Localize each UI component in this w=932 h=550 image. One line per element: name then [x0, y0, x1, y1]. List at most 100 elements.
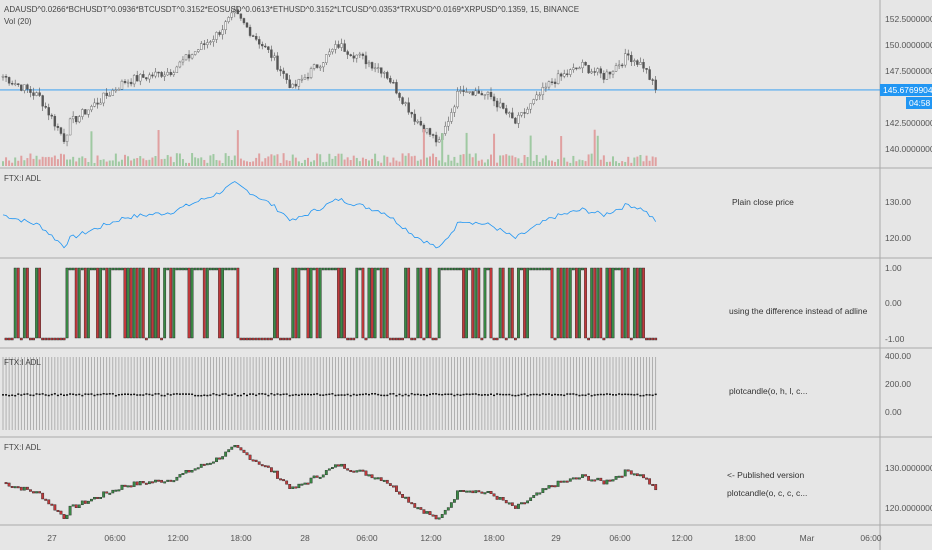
ohlc-candle-body — [154, 393, 157, 395]
diff-candle — [105, 267, 109, 339]
volume-bar — [303, 159, 306, 166]
published-candle — [239, 447, 243, 451]
ohlc-candle-body — [127, 393, 130, 395]
ohlc-candle-body — [587, 393, 590, 395]
ohlc-candle-body — [368, 393, 370, 396]
diff-candle — [495, 337, 499, 341]
published-candle — [593, 479, 597, 482]
ohlc-candle-body — [349, 394, 352, 397]
diff-candle — [416, 267, 420, 339]
ohlc-candle-body — [459, 394, 462, 396]
ohlc-candle-body — [563, 394, 566, 397]
published-candle — [224, 451, 228, 457]
diff-candle — [593, 267, 597, 339]
published-candle — [212, 461, 215, 464]
diff-candle — [376, 267, 380, 271]
diff-candle — [520, 267, 523, 271]
price-candle — [578, 67, 581, 70]
volume-bar — [163, 158, 166, 166]
volume-bar — [151, 157, 154, 166]
published-candle — [242, 449, 246, 453]
published-candle — [276, 470, 279, 479]
price-candle — [483, 94, 487, 96]
price-candle — [633, 60, 636, 63]
diff-candle — [19, 337, 23, 341]
time-label: 27 — [47, 533, 57, 543]
price-candle — [337, 44, 340, 48]
published-candle — [581, 474, 584, 478]
price-candle — [575, 67, 578, 70]
ohlc-candle-body — [169, 394, 172, 396]
ohlc-candle-body — [636, 393, 639, 396]
diff-candle — [22, 267, 26, 339]
volume-bar — [392, 157, 395, 166]
published-candle — [257, 461, 261, 465]
ohlc-candle-body — [535, 393, 538, 396]
published-candle — [388, 483, 392, 486]
ohlc-candle-body — [239, 394, 242, 397]
price-candle — [498, 102, 502, 108]
volume-bar — [319, 154, 322, 166]
ohlc-candle-body — [38, 393, 41, 396]
diff-candle — [428, 267, 432, 339]
published-candle — [431, 514, 435, 517]
price-candle — [563, 73, 566, 77]
diff-candle — [117, 267, 121, 271]
price-candle — [517, 114, 520, 124]
volume-bar — [364, 158, 367, 166]
volume-bar — [300, 162, 303, 166]
volume-bar — [602, 155, 605, 166]
volume-bar — [383, 155, 386, 166]
price-candle — [645, 68, 648, 70]
published-candle — [50, 503, 54, 506]
volume-bar — [593, 129, 596, 166]
published-candle — [230, 446, 234, 450]
published-candle — [428, 511, 432, 516]
volume-bar — [456, 162, 459, 166]
price-candle — [68, 118, 72, 136]
diff-candle — [71, 267, 75, 271]
published-candle — [273, 470, 276, 473]
volume-bar — [633, 157, 636, 166]
published-candle — [462, 490, 465, 492]
volume-bar — [258, 153, 261, 166]
price-candle — [447, 121, 450, 127]
ohlc-candle-body — [361, 393, 364, 396]
published-candle — [93, 496, 96, 500]
volume-bar — [425, 157, 428, 166]
volume-bar — [175, 153, 178, 166]
published-candle — [120, 484, 124, 490]
ohlc-candle-body — [593, 394, 596, 396]
volume-bar — [569, 162, 572, 166]
price-candle — [511, 112, 514, 119]
price-candle — [489, 91, 493, 97]
published-candle — [596, 477, 600, 481]
published-candle — [395, 485, 398, 492]
volume-bar — [496, 162, 499, 166]
price-candle — [654, 79, 657, 90]
published-candle — [144, 482, 148, 485]
published-candle — [425, 511, 429, 514]
ohlc-candle-body — [285, 393, 288, 395]
published-candle — [605, 479, 609, 485]
price-candle — [154, 71, 157, 77]
price-candle — [627, 53, 630, 56]
published-candle — [7, 482, 11, 487]
price-candle — [413, 113, 416, 122]
diff-candle — [648, 337, 652, 341]
price-candle — [251, 35, 255, 37]
volume-bar — [242, 160, 245, 166]
published-candle — [279, 478, 282, 481]
published-candle — [111, 489, 115, 494]
volume-bar — [514, 157, 517, 166]
price-candle — [434, 134, 438, 143]
diff-candle — [507, 267, 511, 339]
chart-canvas[interactable] — [0, 0, 932, 550]
ohlc-candle-body — [435, 393, 438, 395]
volume-bar — [508, 155, 511, 166]
volume-bar — [410, 156, 413, 166]
price-candle — [132, 75, 136, 85]
volume-bar — [120, 159, 123, 166]
ohlc-candle-body — [117, 394, 120, 396]
published-candle — [617, 475, 621, 478]
